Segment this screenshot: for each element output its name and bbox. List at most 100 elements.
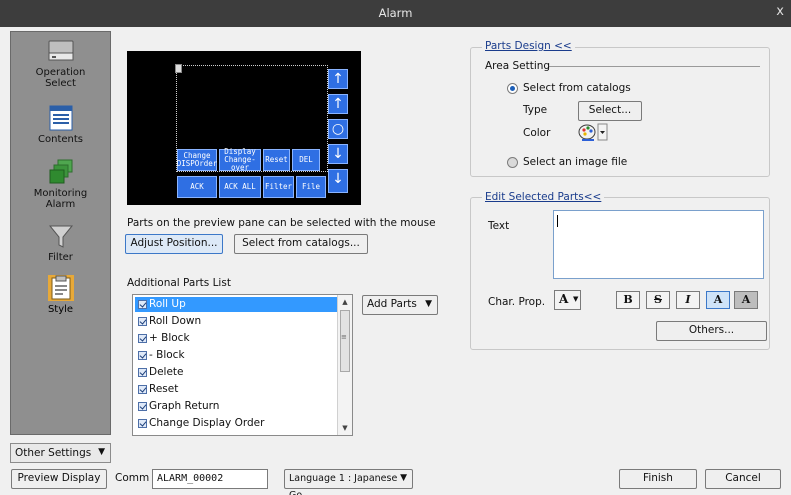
close-icon[interactable]: x (776, 4, 784, 19)
roll-down-part[interactable]: ↓ (328, 169, 348, 193)
additional-parts-title: Additional Parts List (127, 277, 231, 289)
language-value: Language 1 : Japanese Go (289, 473, 398, 495)
style-icon (47, 275, 74, 301)
display-changeover-part[interactable]: Display Change-over (219, 148, 261, 172)
ack-all-part[interactable]: ACK ALL (219, 176, 261, 198)
sidebar-item-label: Filter (48, 252, 73, 263)
comm-field[interactable]: ALARM_00002 (152, 469, 268, 489)
parts-design-toggle[interactable]: Parts Design << (482, 40, 575, 52)
color-label: Color (523, 127, 551, 139)
reset-circle-part[interactable]: ○ (328, 119, 348, 139)
select-image-file-radio[interactable] (507, 157, 518, 168)
type-label: Type (523, 104, 548, 116)
sidebar-item-label-2: Alarm (45, 199, 76, 210)
resize-handle[interactable] (175, 64, 182, 73)
operation-select-icon (48, 38, 74, 64)
list-item[interactable]: Delete (135, 365, 337, 380)
contents-icon (48, 105, 74, 131)
other-settings-label: Other Settings (15, 447, 92, 459)
adjust-position-button[interactable]: Adjust Position... (125, 234, 223, 254)
list-item[interactable]: Graph Return (135, 399, 337, 414)
roll-up-part[interactable]: ↑ (328, 69, 348, 89)
type-select-button[interactable]: Select... (578, 101, 642, 121)
add-parts-button[interactable]: Add Parts ▼ (362, 295, 438, 315)
roll-down-block-part[interactable]: ↓ (328, 144, 348, 164)
filter-part[interactable]: Filter (263, 176, 294, 198)
chevron-down-icon: ▼ (425, 299, 432, 309)
list-item[interactable]: - Block (135, 348, 337, 363)
shadow-button[interactable]: A (706, 291, 730, 309)
sidebar-item-label: Monitoring (33, 188, 88, 199)
palette-icon (578, 123, 608, 141)
additional-parts-list[interactable]: Roll Up Roll Down + Block - Block Delete… (132, 294, 353, 436)
monitoring-alarm-icon (48, 159, 74, 185)
list-item-label: Roll Up (149, 298, 186, 310)
checkbox[interactable] (138, 368, 147, 377)
ack-part[interactable]: ACK (177, 176, 217, 198)
checkbox[interactable] (138, 351, 147, 360)
chevron-down-icon: ▼ (573, 295, 579, 303)
divider (549, 66, 760, 67)
select-from-catalogs-button[interactable]: Select from catalogs... (234, 234, 368, 254)
preview-display-button[interactable]: Preview Display (11, 469, 107, 489)
sidebar-item-monitoring-alarm[interactable]: Monitoring Alarm (11, 159, 110, 210)
sidebar-item-operation-select[interactable]: Operation Select (11, 38, 110, 89)
list-item[interactable]: Roll Down (135, 314, 337, 329)
char-prop-dropdown[interactable]: A ▼ (554, 290, 581, 310)
chevron-down-icon: ▼ (98, 447, 105, 457)
del-part[interactable]: DEL (292, 149, 320, 171)
others-button[interactable]: Others... (656, 321, 767, 341)
scroll-down-icon[interactable]: ▼ (338, 421, 352, 435)
finish-button[interactable]: Finish (619, 469, 697, 489)
other-settings-dropdown[interactable]: Other Settings ▼ (10, 443, 111, 463)
window-title: Alarm (378, 6, 413, 20)
filter-icon (48, 223, 74, 249)
char-prop-glyph: A (559, 292, 569, 306)
preview-pane[interactable]: ↑ ↑ ○ ↓ ↓ Change DISPOrder Display Chang… (127, 51, 361, 205)
text-caret (557, 215, 558, 227)
sidebar-item-label: Style (47, 304, 74, 315)
cancel-button[interactable]: Cancel (705, 469, 781, 489)
text-input[interactable] (553, 210, 764, 279)
scroll-up-icon[interactable]: ▲ (338, 295, 352, 309)
list-item[interactable]: Reset (135, 382, 337, 397)
list-item-label: Graph Return (149, 400, 220, 412)
preview-hint: Parts on the preview pane can be selecte… (127, 217, 436, 229)
checkbox[interactable] (138, 334, 147, 343)
language-dropdown[interactable]: Language 1 : Japanese Go ▼ (284, 469, 413, 495)
title-bar: Alarm x (0, 0, 791, 27)
list-item[interactable]: Roll Up (135, 297, 337, 312)
list-item-label: + Block (149, 332, 190, 344)
sidebar-item-contents[interactable]: Contents (11, 105, 110, 145)
roll-up-block-part[interactable]: ↑ (328, 94, 348, 114)
bold-button[interactable]: B (616, 291, 640, 309)
change-disp-order-part[interactable]: Change DISPOrder (177, 149, 217, 171)
checkbox[interactable] (138, 300, 147, 309)
sidebar-item-style[interactable]: Style (11, 275, 110, 315)
list-item-label: Delete (149, 366, 184, 378)
list-item-label: Change Display Order (149, 417, 265, 429)
list-item[interactable]: + Block (135, 331, 337, 346)
scroll-thumb[interactable] (340, 310, 350, 372)
color-picker[interactable] (578, 122, 608, 142)
select-from-catalogs-option-label: Select from catalogs (523, 82, 631, 94)
char-prop-label: Char. Prop. (488, 296, 546, 308)
list-item[interactable]: Change Display Order (135, 416, 337, 431)
strikethrough-button[interactable]: S (646, 291, 670, 309)
list-item-label: Reset (149, 383, 179, 395)
outline-button[interactable]: A (734, 291, 758, 309)
list-scrollbar[interactable]: ▲ ≡ ▼ (337, 295, 352, 435)
checkbox[interactable] (138, 317, 147, 326)
checkbox[interactable] (138, 385, 147, 394)
checkbox[interactable] (138, 419, 147, 428)
file-part[interactable]: File (296, 176, 326, 198)
edit-selected-parts-toggle[interactable]: Edit Selected Parts<< (482, 191, 605, 203)
reset-part[interactable]: Reset (263, 149, 290, 171)
sidebar-item-label: Operation (35, 67, 86, 78)
sidebar-item-filter[interactable]: Filter (11, 223, 110, 263)
list-item-label: - Block (149, 349, 185, 361)
checkbox[interactable] (138, 402, 147, 411)
select-from-catalogs-radio[interactable] (507, 83, 518, 94)
italic-button[interactable]: I (676, 291, 700, 309)
main-panel: ↑ ↑ ○ ↓ ↓ Change DISPOrder Display Chang… (113, 31, 791, 461)
